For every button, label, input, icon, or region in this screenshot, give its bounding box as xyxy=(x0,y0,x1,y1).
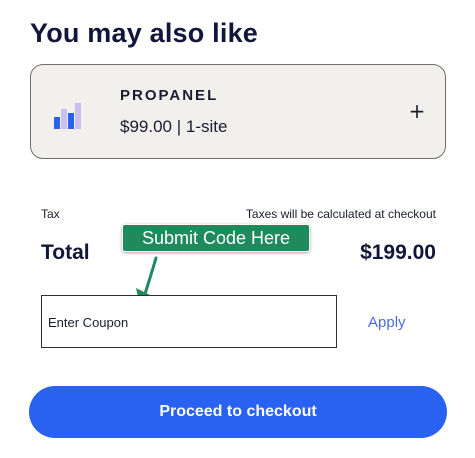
apply-coupon-link[interactable]: Apply xyxy=(368,314,406,331)
tax-value: Taxes will be calculated at checkout xyxy=(245,207,436,221)
product-name: PROPANEL xyxy=(120,87,219,104)
submit-code-callout: Submit Code Here xyxy=(122,224,310,252)
add-product-button[interactable]: + xyxy=(407,101,427,121)
product-price: $99.00 | 1-site xyxy=(120,117,228,136)
upsell-title: You may also like xyxy=(30,18,258,48)
tax-label: Tax xyxy=(41,207,60,221)
total-label: Total xyxy=(41,241,90,264)
coupon-input[interactable] xyxy=(48,311,328,333)
total-value: $199.00 xyxy=(360,241,436,264)
proceed-to-checkout-button[interactable]: Proceed to checkout xyxy=(29,386,447,438)
cart-panel: You may also like PROPANEL $99.00 | 1-si… xyxy=(0,0,475,458)
bar-chart-icon xyxy=(54,103,81,129)
coupon-field-box xyxy=(41,295,337,348)
upsell-product-card[interactable]: PROPANEL $99.00 | 1-site + xyxy=(30,64,446,159)
